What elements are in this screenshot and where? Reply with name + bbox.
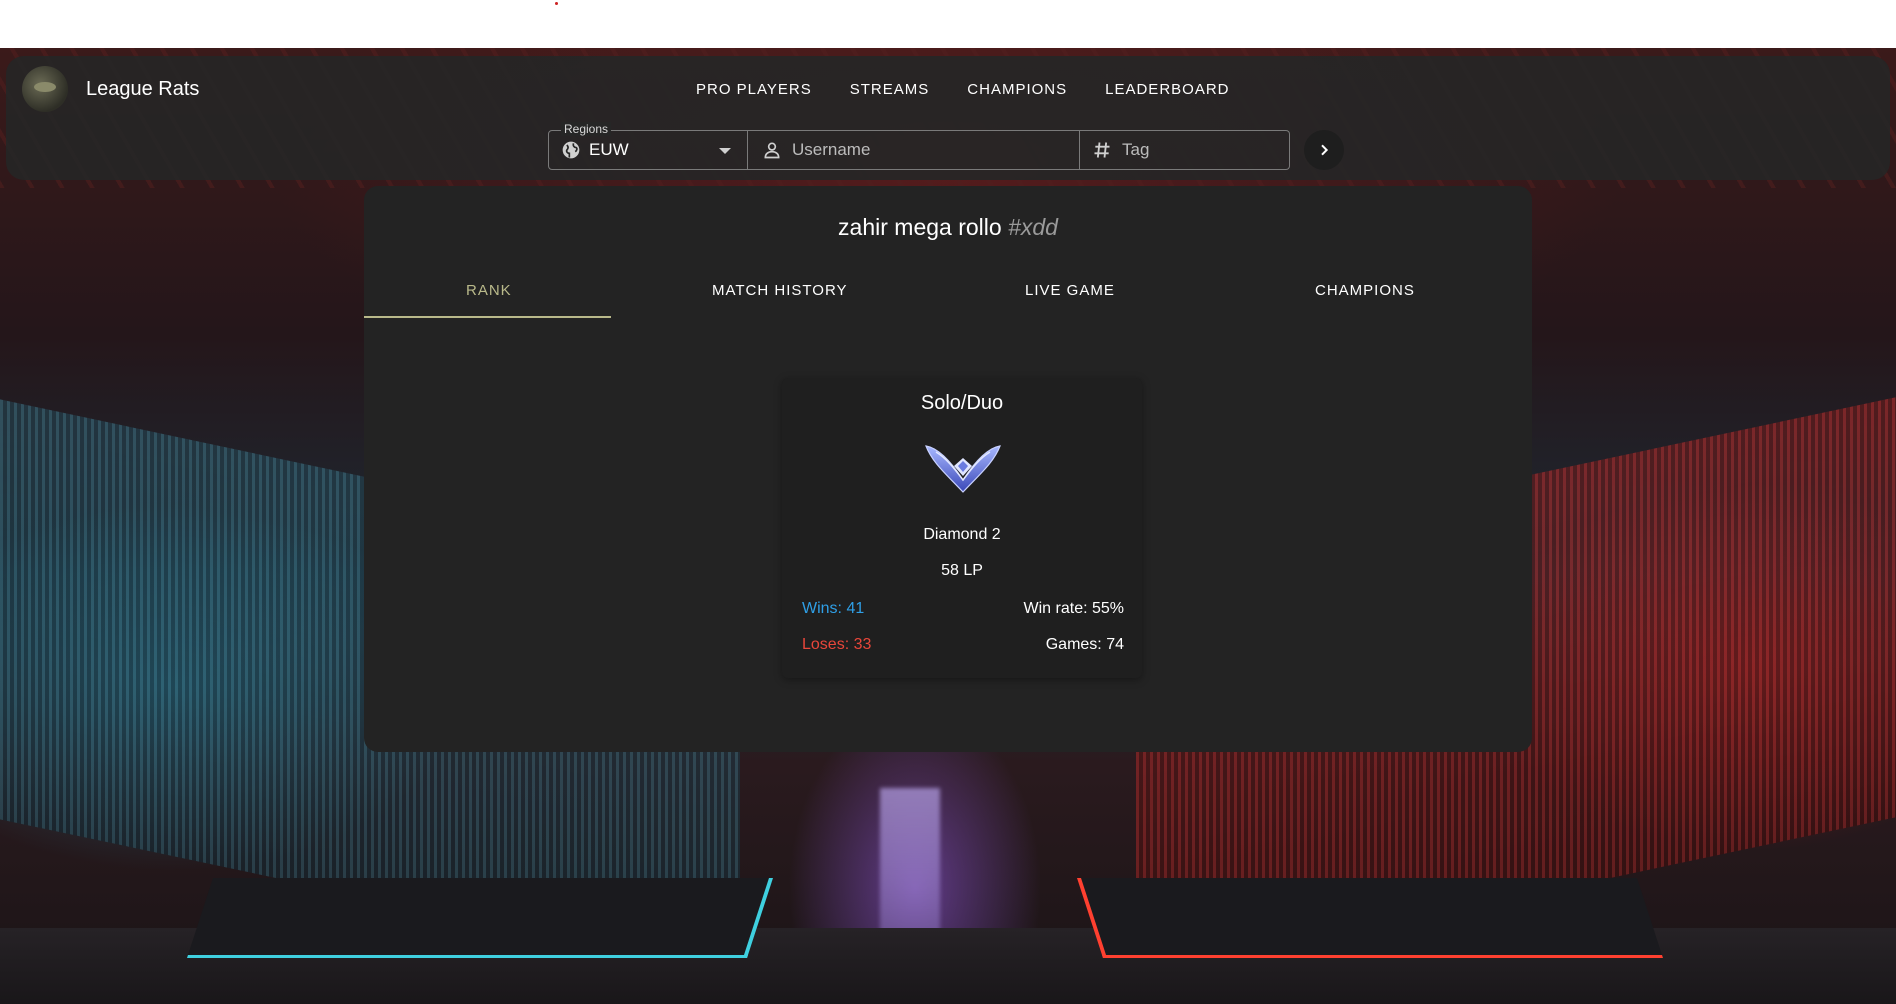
tag-field[interactable]: Tag bbox=[1080, 130, 1290, 170]
profile-tabs: RANK MATCH HISTORY LIVE GAME CHAMPIONS bbox=[364, 282, 1532, 316]
tab-rank[interactable]: RANK bbox=[466, 282, 512, 299]
username-placeholder: Username bbox=[792, 140, 871, 159]
profile-panel: zahir mega rollo #xdd RANK MATCH HISTORY… bbox=[364, 186, 1532, 752]
app-name[interactable]: League Rats bbox=[86, 78, 199, 101]
region-label: Regions bbox=[561, 122, 612, 136]
search-submit-button[interactable] bbox=[1304, 130, 1344, 170]
hash-icon bbox=[1094, 142, 1110, 158]
rank-tier: Diamond 2 bbox=[923, 526, 1001, 543]
loses-count: Loses: 33 bbox=[802, 636, 872, 653]
player-name: zahir mega rollo bbox=[838, 214, 1002, 240]
team-desk-left bbox=[187, 878, 773, 958]
person-icon bbox=[764, 142, 780, 159]
tab-live-game[interactable]: LIVE GAME bbox=[1025, 282, 1115, 299]
username-field[interactable]: Username bbox=[748, 130, 1080, 170]
summoner-search: Regions EUW Username Tag bbox=[548, 122, 1344, 170]
wins-count: Wins: 41 bbox=[802, 600, 865, 617]
league-points: 58 LP bbox=[941, 562, 983, 579]
diamond-emblem-icon bbox=[925, 445, 1001, 493]
nav-champions[interactable]: CHAMPIONS bbox=[967, 81, 1067, 98]
app-logo[interactable] bbox=[22, 66, 68, 112]
app-header: League Rats PRO PLAYERS STREAMS CHAMPION… bbox=[6, 56, 1890, 180]
chevron-right-icon bbox=[1321, 144, 1329, 156]
region-select[interactable]: Regions EUW bbox=[548, 122, 748, 170]
red-dot bbox=[555, 2, 558, 5]
tab-champions[interactable]: CHAMPIONS bbox=[1315, 282, 1415, 299]
chevron-down-icon bbox=[719, 148, 731, 154]
player-tag: #xdd bbox=[1008, 214, 1058, 240]
region-value: EUW bbox=[589, 140, 629, 159]
queue-title: Solo/Duo bbox=[920, 392, 1004, 414]
tab-match-history[interactable]: MATCH HISTORY bbox=[712, 282, 848, 299]
main-nav: PRO PLAYERS STREAMS CHAMPIONS LEADERBOAR… bbox=[696, 81, 1230, 98]
games-count: Games: 74 bbox=[1045, 636, 1124, 653]
team-desk-right bbox=[1077, 878, 1663, 958]
active-tab-indicator bbox=[364, 316, 611, 318]
player-title: zahir mega rollo #xdd bbox=[364, 214, 1532, 241]
rank-card-solo-duo: Solo/Duo Diamond 2 58 LP Wins: 41 Win ra… bbox=[782, 378, 1142, 678]
nav-streams[interactable]: STREAMS bbox=[850, 81, 930, 98]
nav-leaderboard[interactable]: LEADERBOARD bbox=[1105, 81, 1229, 98]
globe-icon bbox=[562, 141, 580, 159]
win-rate: Win rate: 55% bbox=[1023, 600, 1124, 617]
nav-pro-players[interactable]: PRO PLAYERS bbox=[696, 81, 812, 98]
tag-placeholder: Tag bbox=[1122, 140, 1150, 159]
